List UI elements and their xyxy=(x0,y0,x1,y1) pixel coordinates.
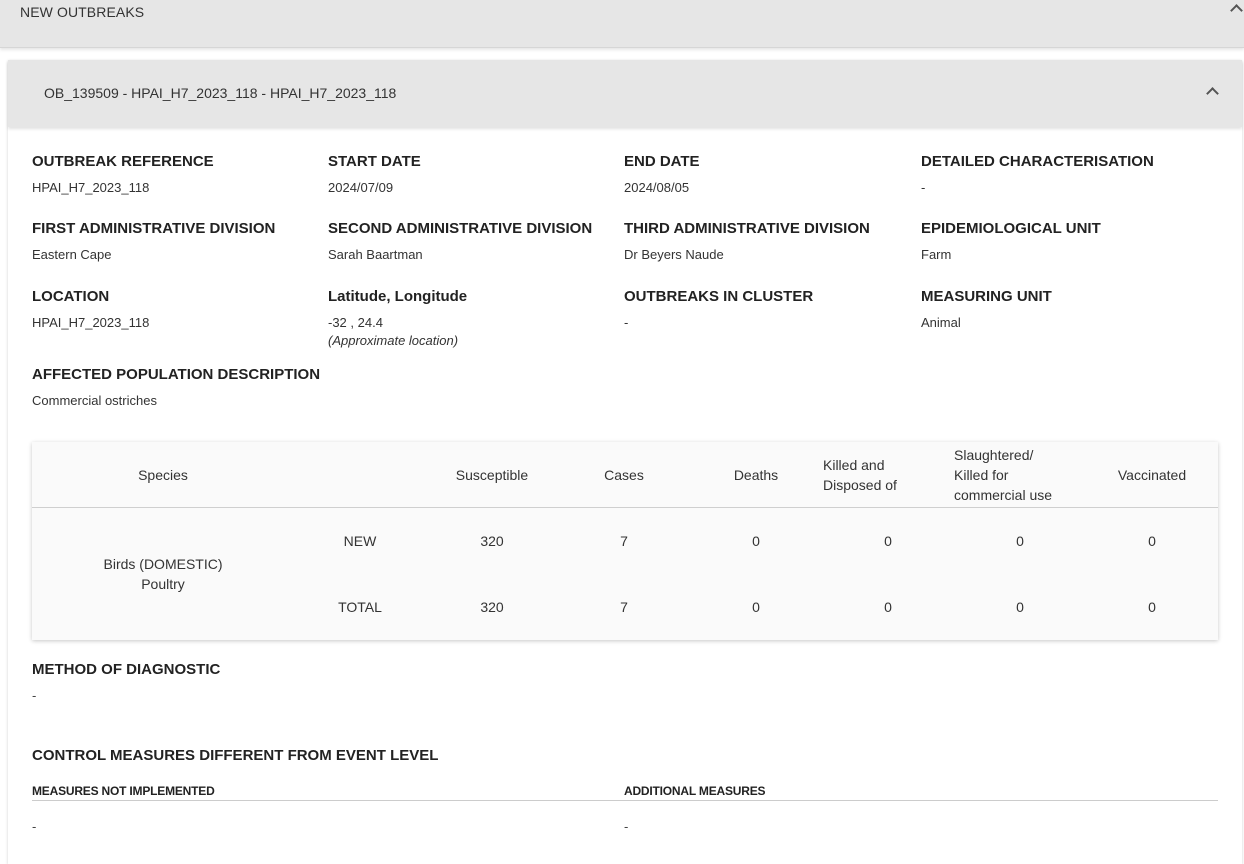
cell-slaughtered: 0 xyxy=(1016,599,1024,615)
field-value: Commercial ostriches xyxy=(32,393,157,408)
row-type-total: TOTAL xyxy=(338,599,382,615)
section-title: NEW OUTBREAKS xyxy=(20,4,145,20)
col-header-slaughtered: Slaughtered/ Killed for commercial use xyxy=(954,442,1086,507)
field-measuring-unit: MEASURING UNIT Animal xyxy=(921,288,1211,330)
field-label: FIRST ADMINISTRATIVE DIVISION xyxy=(32,220,276,237)
field-outbreak-reference: OUTBREAK REFERENCE HPAI_H7_2023_118 xyxy=(32,153,322,195)
field-affected-population: AFFECTED POPULATION DESCRIPTION Commerci… xyxy=(32,366,432,408)
cell-killed: 0 xyxy=(884,599,892,615)
row-type-new: NEW xyxy=(343,533,377,549)
col-header-susceptible: Susceptible xyxy=(455,466,529,483)
field-label: OUTBREAKS IN CLUSTER xyxy=(624,288,814,305)
field-label: THIRD ADMINISTRATIVE DIVISION xyxy=(624,220,870,237)
field-value: Farm xyxy=(921,247,952,262)
header-line: Disposed of xyxy=(823,476,897,493)
col-header-vaccinated: Vaccinated xyxy=(1117,466,1187,483)
control-measures-title: CONTROL MEASURES DIFFERENT FROM EVENT LE… xyxy=(32,747,439,764)
additional-measures-value: - xyxy=(624,819,629,834)
col-header-species: Species xyxy=(138,466,188,483)
additional-measures-label: ADDITIONAL MEASURES xyxy=(624,784,766,798)
header-line: commercial use xyxy=(954,486,1053,503)
field-start-date: START DATE 2024/07/09 xyxy=(328,153,618,195)
header-line: Slaughtered/ xyxy=(954,446,1034,463)
field-outbreaks-in-cluster: OUTBREAKS IN CLUSTER - xyxy=(624,288,914,330)
field-label: AFFECTED POPULATION DESCRIPTION xyxy=(32,366,321,383)
field-value: - xyxy=(921,180,926,195)
field-detailed-characterisation: DETAILED CHARACTERISATION - xyxy=(921,153,1211,195)
field-label: DETAILED CHARACTERISATION xyxy=(921,153,1154,170)
outbreak-card-header[interactable]: OB_139509 - HPAI_H7_2023_118 - HPAI_H7_2… xyxy=(8,60,1242,127)
cell-vaccinated: 0 xyxy=(1148,599,1156,615)
cell-vaccinated: 0 xyxy=(1148,533,1156,549)
outbreak-title: OB_139509 - HPAI_H7_2023_118 - HPAI_H7_2… xyxy=(44,85,397,101)
field-value: Dr Beyers Naude xyxy=(624,247,724,262)
col-header-cases: Cases xyxy=(604,466,644,483)
outbreak-card: OB_139509 - HPAI_H7_2023_118 - HPAI_H7_2… xyxy=(8,60,1242,864)
field-value: 2024/08/05 xyxy=(624,180,690,195)
cell-killed: 0 xyxy=(884,533,892,549)
field-label: OUTBREAK REFERENCE xyxy=(32,153,214,170)
chevron-up-icon[interactable] xyxy=(1230,4,1243,17)
cell-deaths: 0 xyxy=(752,599,760,615)
field-label: EPIDEMIOLOGICAL UNIT xyxy=(921,220,1101,237)
field-value: HPAI_H7_2023_118 xyxy=(32,315,150,330)
chevron-up-icon[interactable] xyxy=(1206,87,1219,100)
field-epidemiological-unit: EPIDEMIOLOGICAL UNIT Farm xyxy=(921,220,1211,262)
field-label: START DATE xyxy=(328,153,421,170)
field-lat-long: Latitude, Longitude -32 , 24.4 (Approxim… xyxy=(328,288,618,348)
header-line: Killed for xyxy=(954,466,1009,483)
field-value: Animal xyxy=(921,315,961,330)
method-of-diagnostic-value: - xyxy=(32,688,37,703)
field-first-admin-division: FIRST ADMINISTRATIVE DIVISION Eastern Ca… xyxy=(32,220,322,262)
cell-cases: 7 xyxy=(620,599,628,615)
field-location: LOCATION HPAI_H7_2023_118 xyxy=(32,288,322,330)
species-subname: Poultry xyxy=(141,576,185,592)
field-label: Latitude, Longitude xyxy=(328,288,468,305)
field-third-admin-division: THIRD ADMINISTRATIVE DIVISION Dr Beyers … xyxy=(624,220,914,262)
field-value: Sarah Baartman xyxy=(328,247,423,262)
measures-not-implemented-value: - xyxy=(32,819,37,834)
species-cell: Birds (DOMESTIC) Poultry xyxy=(32,508,294,640)
approximate-location-note: (Approximate location) xyxy=(328,333,459,348)
field-value: 2024/07/09 xyxy=(328,180,394,195)
species-name: Birds (DOMESTIC) xyxy=(103,556,223,572)
header-line: Killed and xyxy=(823,456,885,473)
field-value: HPAI_H7_2023_118 xyxy=(32,180,150,195)
control-measures-divider xyxy=(32,800,1218,801)
cell-deaths: 0 xyxy=(752,533,760,549)
measures-not-implemented-label: MEASURES NOT IMPLEMENTED xyxy=(32,784,215,798)
field-label: MEASURING UNIT xyxy=(921,288,1052,305)
field-end-date: END DATE 2024/08/05 xyxy=(624,153,914,195)
field-value: -32 , 24.4 xyxy=(328,315,383,330)
cell-cases: 7 xyxy=(620,533,628,549)
col-header-deaths: Deaths xyxy=(733,466,779,483)
species-table: Species Susceptible Cases Deaths Killed … xyxy=(32,442,1218,640)
field-second-admin-division: SECOND ADMINISTRATIVE DIVISION Sarah Baa… xyxy=(328,220,618,262)
cell-susceptible: 320 xyxy=(480,533,504,549)
cell-susceptible: 320 xyxy=(480,599,504,615)
method-of-diagnostic-label: METHOD OF DIAGNOSTIC xyxy=(32,661,221,678)
new-outbreaks-section-header[interactable]: NEW OUTBREAKS xyxy=(0,0,1244,48)
field-value: - xyxy=(624,315,629,330)
field-value: Eastern Cape xyxy=(32,247,112,262)
cell-slaughtered: 0 xyxy=(1016,533,1024,549)
field-label: END DATE xyxy=(624,153,700,170)
field-label: SECOND ADMINISTRATIVE DIVISION xyxy=(328,220,593,237)
field-label: LOCATION xyxy=(32,288,110,305)
col-header-killed: Killed and Disposed of xyxy=(823,442,955,507)
